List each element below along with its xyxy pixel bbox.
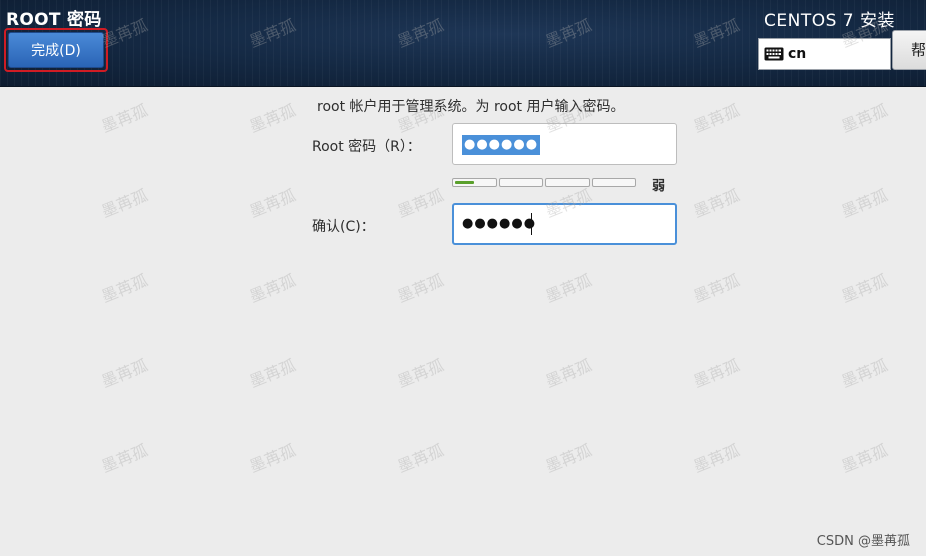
- watermark-text: 墨苒孤: [542, 440, 595, 477]
- credit-watermark: CSDN @墨苒孤: [816, 534, 910, 549]
- strength-segment: [591, 178, 636, 187]
- watermark-text: 墨苒孤: [542, 355, 595, 392]
- header-bar: ROOT 密码 完成(D) CENTOS 7 安装 cn 帮: [0, 0, 926, 87]
- watermark-text: 墨苒孤: [246, 270, 299, 307]
- strength-segment: [498, 178, 543, 187]
- watermark-text: 墨苒孤: [838, 185, 891, 222]
- watermark-text: 墨苒孤: [394, 440, 447, 477]
- watermark-text: 墨苒孤: [838, 270, 891, 307]
- confirm-password-label: 确认(C)：: [312, 219, 375, 235]
- strength-fill: [455, 181, 475, 184]
- done-button[interactable]: 完成(D): [8, 32, 104, 68]
- strength-label: 弱: [652, 179, 666, 194]
- watermark-text: 墨苒孤: [690, 440, 743, 477]
- watermark-text: 墨苒孤: [690, 100, 743, 137]
- install-title: CENTOS 7 安装: [763, 11, 895, 31]
- watermark-text: 墨苒孤: [246, 440, 299, 477]
- watermark-text: 墨苒孤: [394, 185, 447, 222]
- page-title: ROOT 密码: [6, 10, 102, 30]
- password-strength-meter: [452, 178, 636, 187]
- watermark-text: 墨苒孤: [98, 185, 151, 222]
- keyboard-layout-indicator[interactable]: cn: [758, 38, 891, 70]
- watermark-text: 墨苒孤: [690, 355, 743, 392]
- confirm-password-input[interactable]: ●●●●●●: [452, 203, 677, 245]
- watermark-text: 墨苒孤: [98, 270, 151, 307]
- strength-segment: [545, 178, 590, 187]
- intro-text: root 帐户用于管理系统。为 root 用户输入密码。: [317, 99, 625, 115]
- root-password-label: Root 密码（R）：: [312, 139, 421, 155]
- keyboard-icon: [764, 47, 784, 61]
- watermark-text: 墨苒孤: [838, 440, 891, 477]
- watermark-text: 墨苒孤: [838, 100, 891, 137]
- root-password-input[interactable]: ●●●●●●: [452, 123, 677, 165]
- watermark-text: 墨苒孤: [838, 355, 891, 392]
- help-button[interactable]: 帮: [892, 30, 926, 70]
- watermark-text: 墨苒孤: [394, 270, 447, 307]
- watermark-text: 墨苒孤: [690, 270, 743, 307]
- watermark-text: 墨苒孤: [246, 185, 299, 222]
- watermark-text: 墨苒孤: [98, 440, 151, 477]
- watermark-text: 墨苒孤: [246, 355, 299, 392]
- confirm-password-value: ●●●●●●: [462, 216, 537, 231]
- done-button-highlight: 完成(D): [4, 28, 108, 72]
- watermark-text: 墨苒孤: [98, 100, 151, 137]
- watermark-text: 墨苒孤: [98, 355, 151, 392]
- watermark-text: 墨苒孤: [542, 270, 595, 307]
- watermark-text: 墨苒孤: [394, 355, 447, 392]
- keyboard-layout-label: cn: [788, 46, 807, 62]
- text-caret: [531, 213, 532, 235]
- strength-segment: [452, 178, 497, 187]
- watermark-text: 墨苒孤: [246, 100, 299, 137]
- root-password-value: ●●●●●●: [462, 135, 541, 155]
- watermark-text: 墨苒孤: [690, 185, 743, 222]
